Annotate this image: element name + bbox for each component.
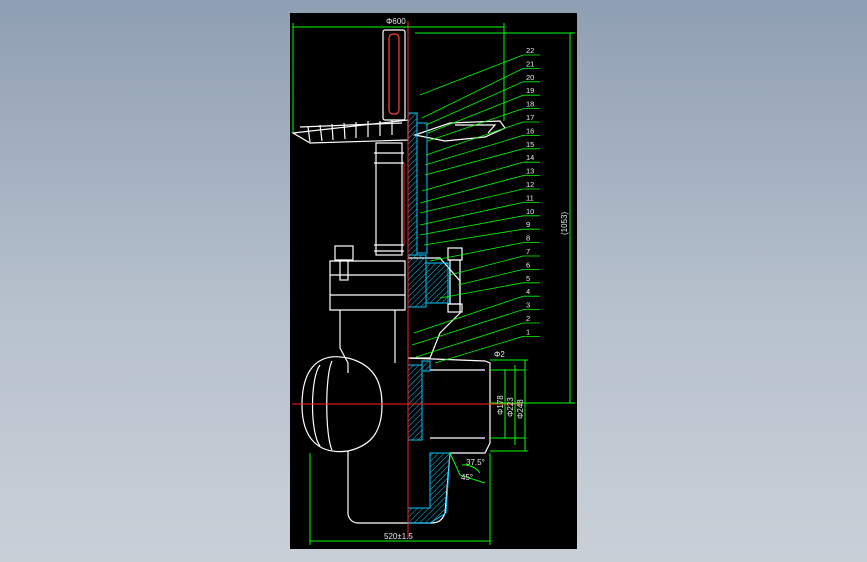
- balloon-12: 12: [526, 180, 534, 189]
- balloon-8: 8: [526, 234, 530, 243]
- balloon-6: 6: [526, 260, 530, 269]
- leader-lines: [411, 54, 540, 364]
- leader-21: [421, 68, 524, 119]
- balloon-9: 9: [526, 220, 530, 229]
- cad-viewport[interactable]: 22 21 20 19 18 17 16 15 14 13 12 11 10 9 8 7 6 5 4 3 2 1 Φ600…: [290, 13, 577, 549]
- leader-12: [419, 188, 524, 214]
- balloon-14: 14: [526, 153, 534, 162]
- balloon-20: 20: [526, 73, 534, 82]
- dim-top-width: Φ600: [386, 17, 406, 26]
- leader-14: [421, 161, 524, 192]
- leader-18: [427, 108, 524, 142]
- dim-bore-3: Φ248: [516, 399, 525, 419]
- balloon-4: 4: [526, 287, 530, 296]
- leader-8: [429, 242, 524, 262]
- leader-1: [434, 336, 524, 364]
- balloon-19: 19: [526, 86, 534, 95]
- dim-small-mark: Φ2: [494, 350, 505, 359]
- balloon-18: 18: [526, 100, 534, 109]
- dim-total-height: (1053): [560, 212, 569, 235]
- balloon-13: 13: [526, 167, 534, 176]
- balloon-17: 17: [526, 113, 534, 122]
- balloon-5: 5: [526, 274, 530, 283]
- balloon-11: 11: [526, 193, 534, 202]
- leader-10: [419, 215, 524, 236]
- balloon-21: 21: [526, 59, 534, 68]
- valve-body: [301, 310, 491, 524]
- balloon-7: 7: [526, 247, 530, 256]
- dim-bottom-width: 520±1.5: [384, 532, 413, 541]
- valve-drawing: 22212019181716151413121110987654321 Φ600…: [291, 17, 575, 545]
- dim-bore-1: Φ178: [496, 395, 505, 415]
- leader-19: [427, 94, 524, 134]
- balloon-15: 15: [526, 140, 534, 149]
- balloon-22: 22: [526, 46, 534, 55]
- dim-bore-2: Φ223: [506, 397, 515, 417]
- leader-6: [457, 269, 524, 286]
- balloon-labels: 22212019181716151413121110987654321: [526, 46, 534, 336]
- leader-2: [415, 322, 524, 358]
- bonnet: [329, 142, 463, 359]
- balloon-10: 10: [526, 207, 534, 216]
- dim-angle-2: 45°: [461, 473, 473, 482]
- balloon-1: 1: [526, 327, 530, 336]
- section-view: [407, 112, 451, 524]
- leader-11: [419, 202, 524, 226]
- leader-20: [425, 81, 524, 126]
- balloon-3: 3: [526, 301, 530, 310]
- dim-angle-1: 37.5°: [466, 458, 485, 467]
- balloon-16: 16: [526, 126, 534, 135]
- leader-13: [419, 175, 524, 204]
- balloon-2: 2: [526, 314, 530, 323]
- leader-15: [424, 148, 524, 176]
- leader-5: [439, 282, 524, 299]
- handwheel: [291, 29, 506, 144]
